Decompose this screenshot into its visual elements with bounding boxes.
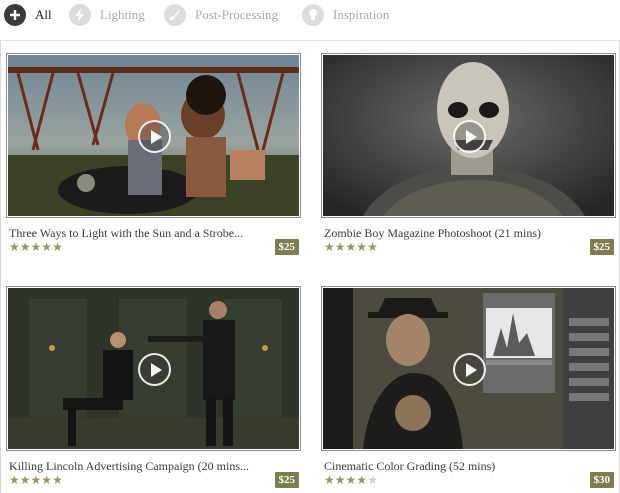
- lightbulb-icon: [302, 4, 324, 26]
- video-thumbnail[interactable]: [321, 53, 616, 218]
- star-filled-icon: ★: [30, 473, 42, 487]
- star-filled-icon: ★: [41, 473, 53, 487]
- star-filled-icon: ★: [345, 473, 357, 487]
- star-rating: ★ ★ ★ ★ ★: [324, 240, 378, 254]
- price-badge[interactable]: $25: [274, 472, 299, 488]
- star-filled-icon: ★: [356, 473, 368, 487]
- filter-tab-label: All: [35, 7, 52, 22]
- video-card[interactable]: Killing Lincoln Advertising Campaign (20…: [6, 286, 301, 493]
- filter-tab-label: Lighting: [100, 7, 145, 22]
- star-filled-icon: ★: [367, 240, 378, 254]
- play-button[interactable]: [453, 353, 486, 386]
- video-card[interactable]: Cinematic Color Grading (52 mins) ★ ★ ★ ★ ★ …: [321, 286, 616, 493]
- star-filled-icon: ★: [9, 473, 20, 487]
- play-button[interactable]: [453, 120, 486, 153]
- plus-icon: [4, 4, 26, 26]
- price-badge[interactable]: $25: [589, 239, 614, 255]
- star-empty-icon: ★: [367, 473, 378, 487]
- filter-tab-all[interactable]: All: [4, 3, 52, 27]
- filter-tab-label: Post-Processing: [195, 7, 279, 22]
- star-filled-icon: ★: [334, 240, 346, 254]
- star-filled-icon: ★: [52, 473, 63, 487]
- star-rating: ★ ★ ★ ★ ★: [9, 240, 63, 254]
- video-title[interactable]: Cinematic Color Grading (52 mins): [324, 459, 584, 474]
- video-thumbnail[interactable]: [6, 53, 301, 218]
- video-title[interactable]: Killing Lincoln Advertising Campaign (20…: [9, 459, 269, 474]
- star-filled-icon: ★: [345, 240, 357, 254]
- play-button[interactable]: [138, 120, 171, 153]
- category-filter-bar: All Lighting Post-Processing Inspiration: [0, 0, 620, 30]
- star-filled-icon: ★: [30, 240, 42, 254]
- star-rating: ★ ★ ★ ★ ★: [9, 473, 63, 487]
- brush-icon: [164, 4, 186, 26]
- filter-tab-label: Inspiration: [333, 7, 390, 22]
- star-filled-icon: ★: [334, 473, 346, 487]
- star-filled-icon: ★: [52, 240, 63, 254]
- video-title[interactable]: Three Ways to Light with the Sun and a S…: [9, 226, 269, 241]
- filter-tab-post-processing[interactable]: Post-Processing: [164, 3, 278, 27]
- star-filled-icon: ★: [19, 240, 31, 254]
- video-title[interactable]: Zombie Boy Magazine Photoshoot (21 mins): [324, 226, 584, 241]
- star-filled-icon: ★: [324, 240, 335, 254]
- star-filled-icon: ★: [356, 240, 368, 254]
- video-card[interactable]: Zombie Boy Magazine Photoshoot (21 mins)…: [321, 53, 616, 263]
- play-button[interactable]: [138, 353, 171, 386]
- star-filled-icon: ★: [9, 240, 20, 254]
- star-filled-icon: ★: [324, 473, 335, 487]
- filter-tab-lighting[interactable]: Lighting: [69, 3, 145, 27]
- video-card[interactable]: Three Ways to Light with the Sun and a S…: [6, 53, 301, 263]
- video-grid: Three Ways to Light with the Sun and a S…: [0, 40, 620, 493]
- star-filled-icon: ★: [41, 240, 53, 254]
- video-thumbnail[interactable]: [321, 286, 616, 451]
- video-thumbnail[interactable]: [6, 286, 301, 451]
- lightning-icon: [69, 4, 91, 26]
- star-rating: ★ ★ ★ ★ ★: [324, 473, 378, 487]
- star-filled-icon: ★: [19, 473, 31, 487]
- price-badge[interactable]: $25: [274, 239, 299, 255]
- price-badge[interactable]: $30: [589, 472, 614, 488]
- filter-tab-inspiration[interactable]: Inspiration: [302, 3, 389, 27]
